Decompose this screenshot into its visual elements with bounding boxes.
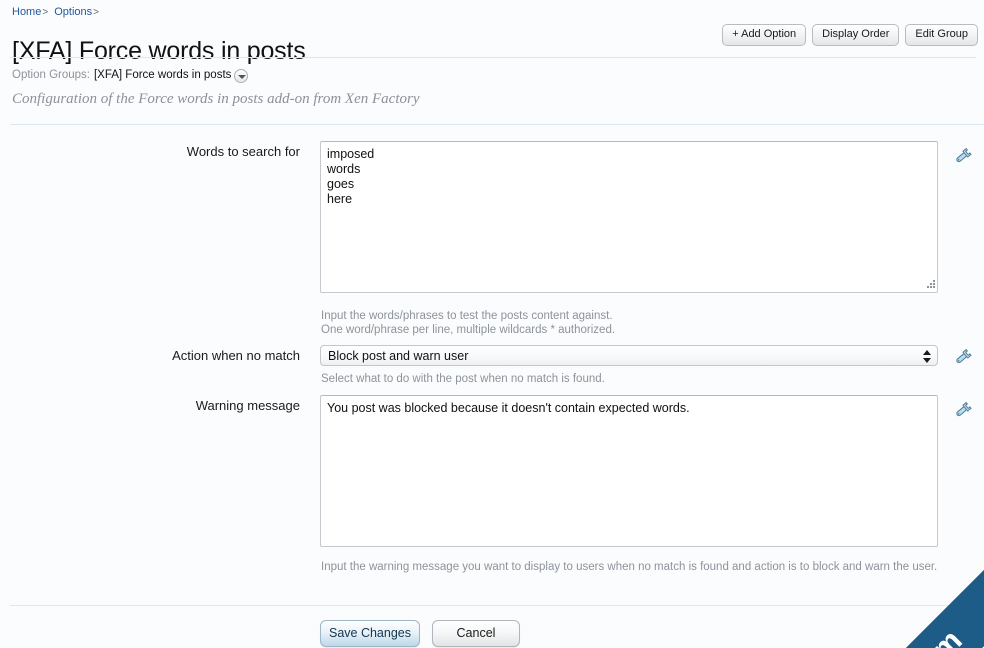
breadcrumb-separator: > xyxy=(93,7,100,18)
option-groups-value[interactable]: [XFA] Force words in posts xyxy=(94,68,231,83)
wrench-icon[interactable] xyxy=(953,147,973,165)
chevron-updown-icon xyxy=(923,349,931,364)
field-control-words-to-search-for: imposed words goes here xyxy=(320,141,938,293)
edit-group-button[interactable]: Edit Group xyxy=(905,24,978,46)
form-actions: Save Changes Cancel xyxy=(320,620,520,647)
field-control-warning-message: You post was blocked because it doesn't … xyxy=(320,395,938,547)
add-option-button[interactable]: + Add Option xyxy=(722,24,807,46)
help-text-action-when-no-match: Select what to do with the post when no … xyxy=(321,373,605,385)
watermark-text: LoveNulled.com xyxy=(778,623,969,648)
help-text-warning-message: Input the warning message you want to di… xyxy=(321,561,938,573)
breadcrumb: Home> Options> xyxy=(12,5,102,20)
option-groups-row: Option Groups: [XFA] Force words in post… xyxy=(12,68,249,83)
help-text-words-to-search-for-line2: One word/phrase per line, multiple wildc… xyxy=(321,324,616,336)
breadcrumb-item-home[interactable]: Home xyxy=(12,6,41,18)
field-control-action-when-no-match: Block post and warn user xyxy=(320,345,938,366)
cancel-button[interactable]: Cancel xyxy=(432,620,520,647)
chevron-down-circle-icon[interactable] xyxy=(234,68,249,83)
admin-options-page: Home> Options> [XFA] Force words in post… xyxy=(0,0,984,648)
header-divider xyxy=(10,57,976,58)
field-label-words-to-search-for: Words to search for xyxy=(186,144,300,159)
warning-message-textarea[interactable]: You post was blocked because it doesn't … xyxy=(320,395,938,547)
page-header: [XFA] Force words in posts + Add Option … xyxy=(0,21,984,65)
action-when-no-match-select[interactable]: Block post and warn user xyxy=(320,345,938,366)
watermark-ribbon: ♥ LoveNulled.com xyxy=(681,539,984,648)
field-label-action-when-no-match: Action when no match xyxy=(172,348,300,363)
save-changes-button[interactable]: Save Changes xyxy=(320,620,420,647)
page-title: [XFA] Force words in posts xyxy=(12,36,306,65)
option-groups-label: Option Groups: xyxy=(12,69,90,81)
wrench-icon[interactable] xyxy=(953,401,973,419)
breadcrumb-item-options[interactable]: Options xyxy=(54,6,92,18)
wrench-icon[interactable] xyxy=(953,348,973,366)
form-bottom-divider xyxy=(10,605,976,606)
words-to-search-for-textarea[interactable]: imposed words goes here xyxy=(320,141,938,293)
action-when-no-match-selected-value: Block post and warn user xyxy=(328,349,469,363)
display-order-button[interactable]: Display Order xyxy=(812,24,900,46)
page-subtitle: Configuration of the Force words in post… xyxy=(12,91,420,107)
page-header-actions: + Add Option Display Order Edit Group xyxy=(722,24,978,46)
breadcrumb-separator: > xyxy=(42,7,49,18)
field-label-warning-message: Warning message xyxy=(195,398,300,413)
form-top-divider xyxy=(10,124,984,125)
help-text-words-to-search-for-line1: Input the words/phrases to test the post… xyxy=(321,310,613,322)
